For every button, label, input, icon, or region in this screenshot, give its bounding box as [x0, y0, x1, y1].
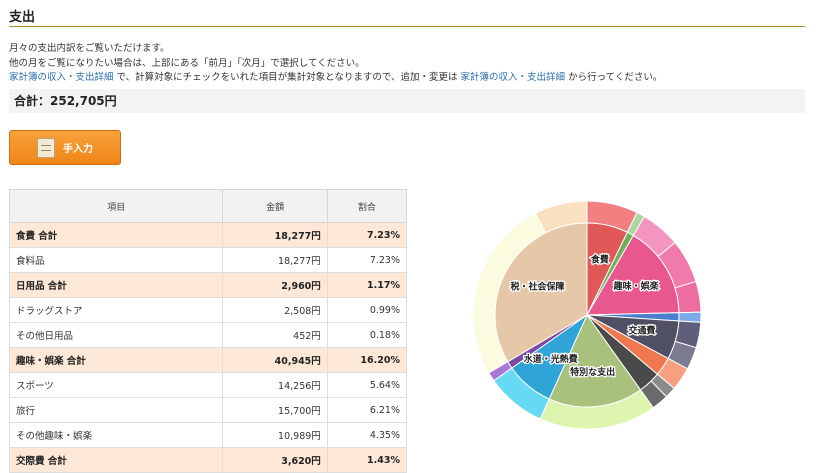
table-row: その他趣味・娯楽 10,989円 4.35%	[8, 422, 408, 448]
table-body: 食費 合計 18,277円 7.23% 食料品 18,277円 7.23% 日用品 合計 2,…	[8, 222, 408, 473]
expense-table: 項目 金額 割合 食費 合計 18,277円 7.23% 食料品 18,277円 7.23…	[8, 189, 408, 473]
description-line-1: 月々の支出内訳をご覧いただけます。	[9, 43, 170, 54]
pie-label: 特別な支出	[570, 366, 615, 378]
cell-amount: 14,256円	[222, 372, 328, 398]
cell-ratio: 0.99%	[326, 297, 408, 323]
pie-label: 食費	[590, 253, 609, 265]
cell-ratio: 16.20%	[326, 347, 408, 373]
expense-pie-chart: 食費趣味・娯楽交通費特別な支出水道・光熱費 税・社会保障	[472, 200, 702, 430]
cell-amount: 3,620円	[222, 447, 328, 473]
pie-label: 税・社会保障	[510, 281, 564, 293]
table-row: スポーツ 14,256円 5.64%	[8, 372, 408, 398]
total-amount: 合計：252,705円	[9, 89, 805, 113]
description-middle-text: で、計算対象にチェックをいれた項目が集計対象となりますので、追加・変更は	[116, 72, 458, 83]
table-group-row: 日用品 合計 2,960円 1.17%	[8, 272, 408, 298]
cell-item: 交際費 合計	[8, 447, 224, 473]
table-group-row: 食費 合計 18,277円 7.23%	[8, 222, 408, 248]
income-expense-detail-link[interactable]: 家計簿の収入・支出詳細	[9, 72, 114, 83]
cell-item: スポーツ	[8, 372, 224, 398]
cell-ratio: 1.43%	[326, 447, 408, 473]
cell-amount: 18,277円	[222, 222, 328, 248]
pie-label: 趣味・娯楽	[613, 280, 660, 292]
income-expense-detail-link-2[interactable]: 家計簿の収入・支出詳細	[461, 72, 566, 83]
cell-ratio: 0.18%	[326, 322, 408, 348]
cell-ratio: 4.35%	[326, 422, 408, 448]
cell-amount: 15,700円	[222, 397, 328, 423]
inner-pie	[494, 222, 680, 408]
cell-amount: 18,277円	[222, 247, 328, 273]
table-row: その他日用品 452円 0.18%	[8, 322, 408, 348]
cell-ratio: 6.21%	[326, 397, 408, 423]
cell-item: その他日用品	[8, 322, 224, 348]
manual-input-label: 手入力	[63, 144, 93, 155]
cell-item: 食費 合計	[8, 222, 224, 248]
cell-amount: 10,989円	[222, 422, 328, 448]
description-line-3: 家計簿の収入・支出詳細 で、計算対象にチェックをいれた項目が集計対象となりますの…	[9, 69, 662, 83]
cell-item: ドラッグストア	[8, 297, 224, 323]
cell-amount: 452円	[222, 322, 328, 348]
column-ratio: 割合	[326, 189, 408, 223]
column-item: 項目	[8, 189, 224, 223]
cell-ratio: 7.23%	[326, 222, 408, 248]
table-group-row: 趣味・娯楽 合計 40,945円 16.20%	[8, 347, 408, 373]
manual-input-button[interactable]: 手入力	[9, 130, 121, 165]
cell-item: 趣味・娯楽 合計	[8, 347, 224, 373]
cell-item: 旅行	[8, 397, 224, 423]
table-row: 旅行 15,700円 6.21%	[8, 397, 408, 423]
table-row: ドラッグストア 2,508円 0.99%	[8, 297, 408, 323]
cell-amount: 2,508円	[222, 297, 328, 323]
cell-item: 食料品	[8, 247, 224, 273]
description-line-2: 他の月をご覧になりたい場合は、上部にある「前月」「次月」で選択してください。	[9, 58, 365, 69]
cell-ratio: 5.64%	[326, 372, 408, 398]
pie-label: 交通費	[628, 325, 655, 337]
cell-amount: 40,945円	[222, 347, 328, 373]
cell-item: その他趣味・娯楽	[8, 422, 224, 448]
table-group-row: 交際費 合計 3,620円 1.43%	[8, 447, 408, 473]
table-header-row: 項目 金額 割合	[8, 189, 408, 223]
page-title: 支出	[9, 6, 805, 27]
cell-ratio: 7.23%	[326, 247, 408, 273]
pie-label: 水道・光熱費	[524, 353, 578, 365]
description-end-text: から行ってください。	[568, 72, 663, 83]
cell-ratio: 1.17%	[326, 272, 408, 298]
table-row: 食料品 18,277円 7.23%	[8, 247, 408, 273]
column-amount: 金額	[222, 189, 328, 223]
memo-icon	[37, 137, 55, 158]
cell-amount: 2,960円	[222, 272, 328, 298]
cell-item: 日用品 合計	[8, 272, 224, 298]
